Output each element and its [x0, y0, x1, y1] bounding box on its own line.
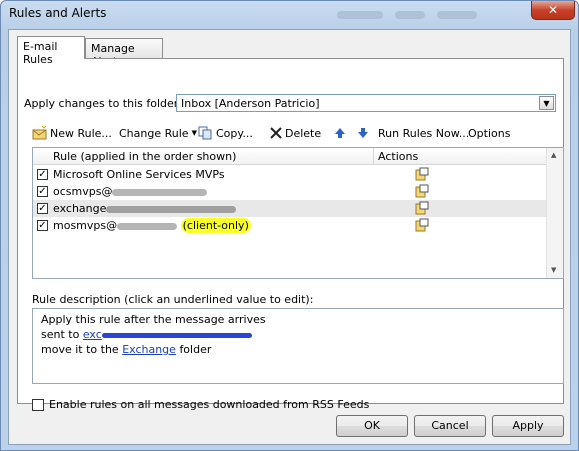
move-up-button[interactable] — [334, 124, 348, 142]
blurred-background — [437, 11, 477, 19]
rules-toolbar: New Rule... Change Rule ▼ Copy... Delete… — [26, 123, 556, 143]
column-header-rule[interactable]: Rule (applied in the order shown) — [53, 150, 236, 163]
rule-name-text: mosmvps@ — [53, 219, 118, 232]
copy-label: Copy... — [216, 126, 253, 140]
rule-name: Microsoft Online Services MVPs — [53, 168, 225, 181]
chevron-down-icon[interactable]: ▼ — [539, 96, 554, 110]
arrow-down-icon — [357, 126, 369, 140]
scroll-up-icon[interactable]: ▲ — [551, 151, 556, 159]
description-line: sent to exc — [41, 328, 252, 341]
ok-label: OK — [364, 419, 380, 432]
ok-button[interactable]: OK — [336, 415, 408, 437]
column-divider[interactable] — [373, 148, 374, 165]
options-button[interactable]: Options — [468, 124, 510, 142]
close-icon: ✕ — [547, 3, 559, 17]
move-down-button[interactable] — [357, 124, 371, 142]
rule-row[interactable]: ✓ Microsoft Online Services MVPs — [33, 166, 547, 183]
rss-rules-checkbox[interactable] — [32, 398, 44, 411]
run-rules-now-button[interactable]: Run Rules Now... — [378, 124, 469, 142]
description-text: move it to the — [41, 343, 119, 356]
rule-row[interactable]: ✓ ocsmvps@ — [33, 183, 547, 200]
rule-name: mosmvps@ (client-only) — [53, 218, 251, 233]
rule-description-box: Apply this rule after the message arrive… — [32, 308, 564, 384]
redaction-smear — [112, 188, 208, 196]
title-bar[interactable]: Rules and Alerts ✕ — [1, 1, 578, 29]
rule-action-icon — [415, 218, 429, 232]
delete-label: Delete — [285, 126, 322, 140]
rule-enabled-checkbox[interactable]: ✓ — [37, 220, 48, 231]
delete-button[interactable]: Delete — [269, 124, 321, 142]
rule-name-text: ocsmvps@ — [53, 185, 113, 198]
tab-email-rules[interactable]: E-mail Rules — [17, 36, 85, 66]
rss-rules-option[interactable]: Enable rules on all messages downloaded … — [32, 398, 369, 411]
rule-action-icon — [415, 184, 429, 198]
rule-name-text: Microsoft Online Services MVPs — [53, 168, 225, 181]
rule-row[interactable]: ✓ mosmvps@ (client-only) — [33, 217, 547, 234]
tab-label: E-mail Rules — [23, 40, 58, 66]
redaction-smear — [117, 222, 178, 230]
recipient-link[interactable]: exc — [83, 328, 252, 341]
rules-and-alerts-dialog: Rules and Alerts ✕ E-mail Rules Manage A… — [0, 0, 579, 451]
description-line: Apply this rule after the message arrive… — [41, 313, 266, 326]
rule-enabled-checkbox[interactable]: ✓ — [37, 186, 48, 197]
apply-label: Apply — [512, 419, 544, 432]
rule-row[interactable]: ✓ exchange — [33, 200, 547, 217]
client-only-highlight: (client-only) — [180, 218, 251, 233]
window-title: Rules and Alerts — [9, 6, 107, 20]
arrow-up-icon — [334, 126, 346, 140]
rule-action-icon — [415, 167, 429, 181]
blurred-background — [395, 11, 425, 19]
folder-value: Inbox [Anderson Patricio] — [181, 97, 320, 110]
rule-enabled-checkbox[interactable]: ✓ — [37, 169, 48, 180]
rule-enabled-checkbox[interactable]: ✓ — [37, 203, 48, 214]
copy-button[interactable]: Copy... — [198, 124, 253, 142]
change-rule-button[interactable]: Change Rule ▼ — [119, 124, 197, 142]
apply-button[interactable]: Apply — [492, 415, 564, 437]
rule-name-text: exchange — [53, 202, 107, 215]
column-header-actions[interactable]: Actions — [378, 150, 418, 163]
close-button[interactable]: ✕ — [531, 1, 575, 20]
description-line: move it to the Exchange folder — [41, 343, 211, 356]
cancel-button[interactable]: Cancel — [414, 415, 486, 437]
copy-icon — [198, 126, 214, 140]
options-label: Options — [468, 126, 511, 140]
email-rules-panel: Apply changes to this folder: Inbox [And… — [17, 58, 564, 411]
rss-rules-label: Enable rules on all messages downloaded … — [49, 398, 370, 411]
run-rules-label: Run Rules Now... — [378, 126, 470, 140]
rule-name: exchange — [53, 202, 237, 215]
dialog-body: E-mail Rules Manage Alerts Apply changes… — [8, 29, 571, 445]
redaction-smear — [101, 332, 252, 338]
scroll-down-icon[interactable]: ▼ — [551, 266, 556, 274]
description-text: folder — [179, 343, 212, 356]
new-rule-label: New Rule... — [50, 126, 112, 140]
rule-name: ocsmvps@ — [53, 185, 208, 198]
delete-icon — [269, 126, 283, 140]
folder-label: Apply changes to this folder: — [24, 97, 182, 110]
rules-list-header: Rule (applied in the order shown) Action… — [33, 148, 547, 165]
redaction-smear — [106, 205, 237, 213]
rule-action-icon — [415, 201, 429, 215]
cancel-label: Cancel — [431, 419, 469, 432]
new-rule-button[interactable]: New Rule... — [32, 124, 112, 142]
folder-select[interactable]: Inbox [Anderson Patricio] ▼ — [176, 94, 556, 112]
description-text: sent to — [41, 328, 80, 341]
change-rule-label: Change Rule — [119, 126, 189, 140]
chevron-down-icon: ▼ — [191, 129, 197, 137]
rule-description-label: Rule description (click an underlined va… — [32, 293, 314, 306]
tab-manage-alerts[interactable]: Manage Alerts — [85, 38, 163, 68]
recipient-link-text: exc — [82, 328, 102, 341]
blurred-background — [337, 11, 383, 19]
folder-link[interactable]: Exchange — [122, 343, 176, 356]
rules-list: Rule (applied in the order shown) Action… — [32, 147, 564, 279]
rules-list-scrollbar[interactable]: ▲ ▼ — [546, 148, 563, 278]
new-rule-icon — [32, 125, 48, 140]
